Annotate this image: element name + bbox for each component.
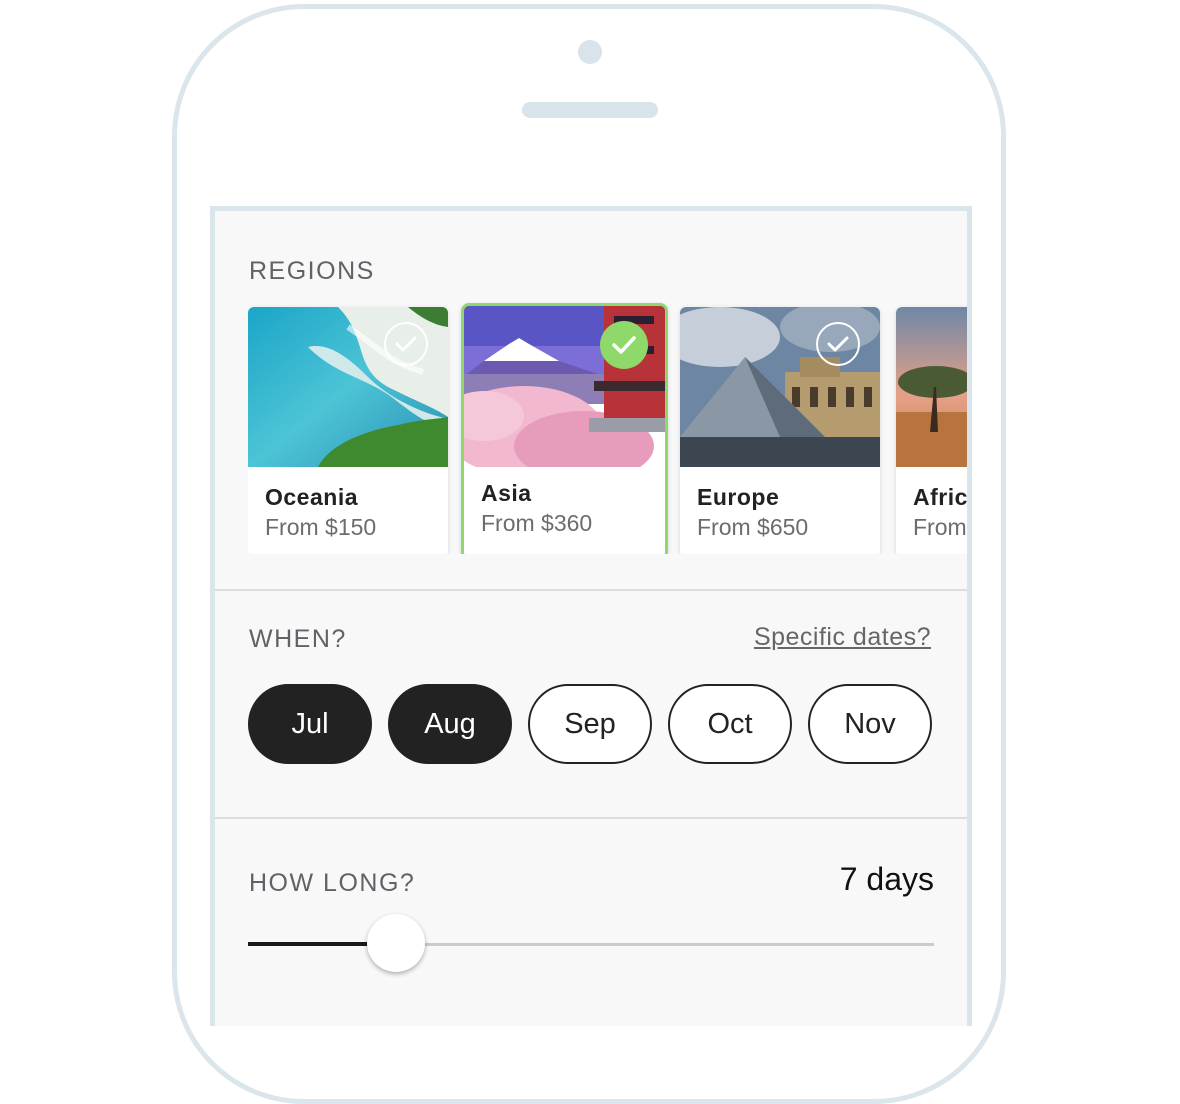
how-long-title: HOW LONG? [249,869,416,897]
section-divider [215,817,967,819]
specific-dates-link[interactable]: Specific dates? [754,623,931,652]
africa-photo [896,307,967,467]
region-name: Asia [481,480,532,506]
month-pill-jul[interactable]: Jul [248,684,372,764]
app-screen: REGIONS Oceania From $150 Asia From $360… [210,206,972,1026]
region-card-europe[interactable]: Europe From $650 [680,307,880,554]
month-pill-nov[interactable]: Nov [808,684,932,764]
when-title: WHEN? [249,625,347,653]
month-pill-sep[interactable]: Sep [528,684,652,764]
month-pill-oct[interactable]: Oct [668,684,792,764]
region-price: From $650 [697,514,809,540]
region-carousel[interactable]: Oceania From $150 Asia From $360 Europe … [248,302,968,554]
region-name: Europe [697,484,780,510]
speaker-grille [522,102,658,118]
check-selected-icon [600,321,648,369]
section-divider [215,589,967,591]
region-card-africa[interactable]: Afric From [896,307,968,554]
region-price: From [913,514,967,540]
region-price: From $360 [481,510,593,536]
check-icon [816,322,860,366]
month-pill-aug[interactable]: Aug [388,684,512,764]
duration-slider-thumb[interactable] [367,914,425,972]
regions-title: REGIONS [249,257,375,285]
camera-icon [578,40,602,64]
region-price: From $150 [265,514,377,540]
region-name: Oceania [265,484,358,510]
region-card-oceania[interactable]: Oceania From $150 [248,307,448,554]
region-card-asia[interactable]: Asia From $360 [461,303,668,554]
region-name: Afric [913,484,968,510]
check-icon [384,322,428,366]
duration-value: 7 days [839,861,934,897]
